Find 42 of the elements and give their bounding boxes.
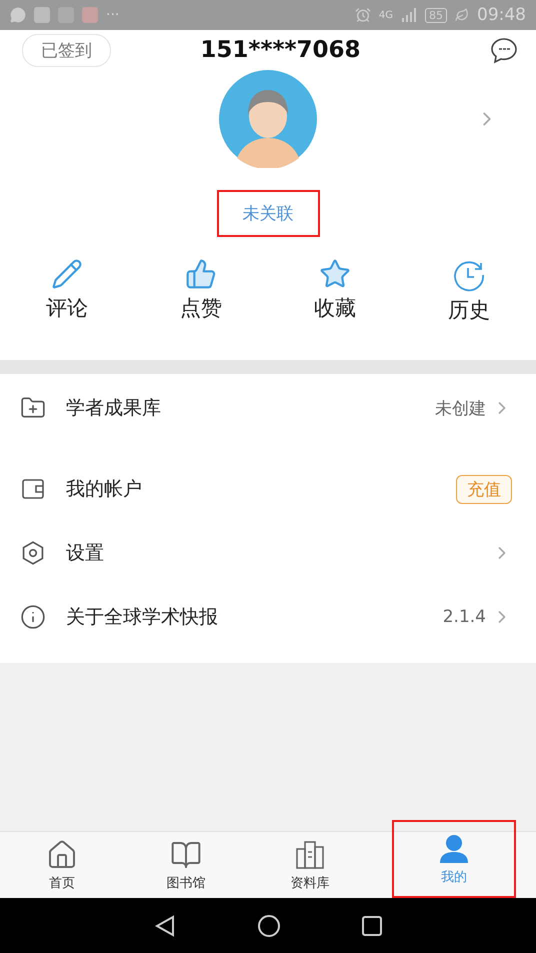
map-pin-icon	[82, 7, 98, 23]
home-circle-icon[interactable]	[257, 914, 281, 938]
tab[interactable]: 资料库	[248, 832, 372, 898]
action-button[interactable]: 评论	[12, 257, 122, 325]
menu-label: 关于全球学术快报	[66, 605, 219, 630]
more-notifications: ···	[106, 7, 120, 23]
menu-value: 未创建	[435, 398, 486, 420]
menu-value: 2.1.4	[442, 607, 486, 627]
thumbs-up-icon	[185, 258, 217, 290]
checked-in-button[interactable]: 已签到	[22, 34, 111, 66]
leaf-icon	[455, 8, 469, 22]
signal-icon	[401, 8, 417, 22]
chat-icon	[10, 7, 26, 23]
alarm-icon	[354, 7, 371, 23]
menu-row[interactable]: 关于全球学术快报 2.1.4	[0, 585, 536, 649]
menu-row[interactable]: 我的帐户 充值	[0, 457, 536, 521]
network-label: 4G	[378, 10, 393, 20]
tab[interactable]: 图书馆	[124, 832, 248, 898]
menu-label: 学者成果库	[66, 396, 162, 421]
menu-label: 我的帐户	[66, 477, 143, 502]
menu-label: 设置	[66, 541, 105, 566]
star-icon	[319, 258, 351, 290]
app-icon	[34, 7, 50, 23]
back-icon[interactable]	[153, 914, 177, 938]
info-icon	[20, 604, 46, 630]
building-icon	[294, 838, 326, 870]
home-icon	[46, 838, 78, 870]
user-icon	[438, 832, 470, 864]
avatar-drawing[interactable]	[219, 70, 317, 168]
menu-row[interactable]: 设置	[0, 521, 536, 585]
recent-apps-icon[interactable]	[361, 914, 383, 936]
wallet-icon	[20, 476, 46, 502]
settings-icon	[20, 540, 46, 566]
action-button[interactable]: 收藏	[280, 257, 390, 325]
phone-number-title: 151****7068	[199, 37, 362, 63]
pencil-icon	[51, 258, 83, 290]
tab[interactable]: 首页	[0, 832, 124, 898]
message-icon[interactable]	[490, 36, 518, 64]
action-button[interactable]: 点赞	[146, 257, 256, 325]
action-button[interactable]: 历史	[414, 257, 524, 325]
clock-time: 09:48	[477, 5, 526, 25]
menu-row[interactable]: 学者成果库 未创建	[0, 374, 536, 442]
